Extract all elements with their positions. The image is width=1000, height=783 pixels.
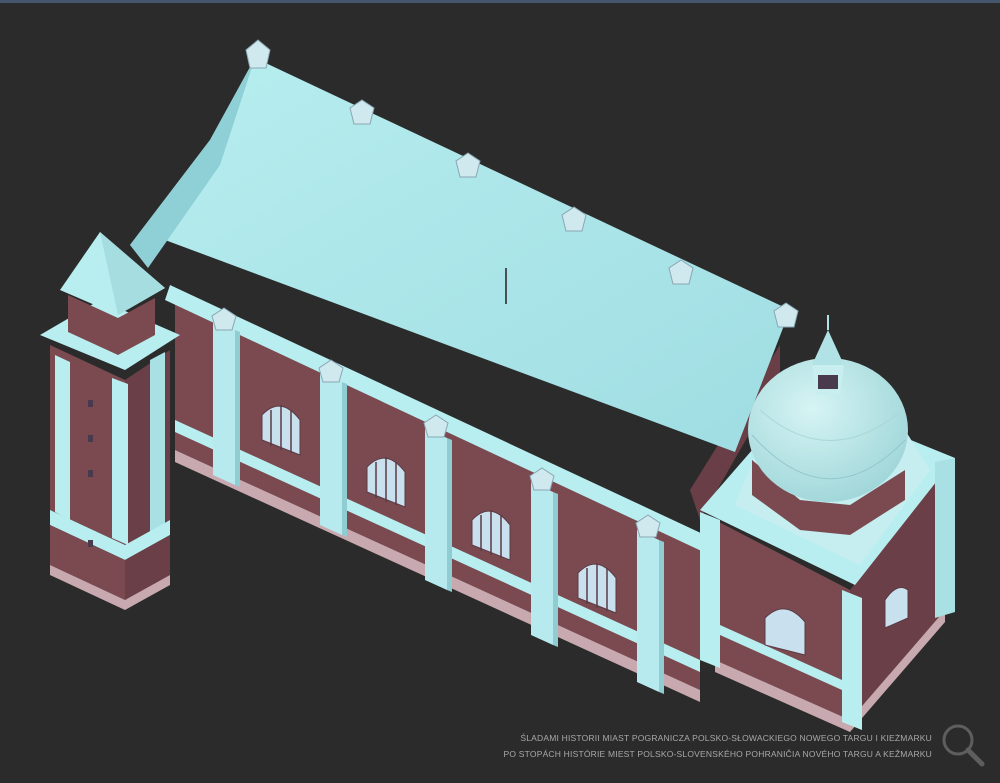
caption-polish: ŚLADAMI HISTORII MIAST POGRANICZA POLSKO… — [520, 733, 932, 743]
caption-slovak: PO STOPÁCH HISTÓRIE MIEST POLSKO-SLOVENS… — [503, 749, 932, 759]
caption: ŚLADAMI HISTORII MIAST POGRANICZA POLSKO… — [504, 730, 932, 762]
magnifier-icon[interactable] — [938, 720, 988, 770]
model-viewer: ŚLADAMI HISTORII MIAST POGRANICZA POLSKO… — [0, 0, 1000, 783]
building-render — [40, 39, 955, 732]
left-tower — [40, 232, 180, 610]
